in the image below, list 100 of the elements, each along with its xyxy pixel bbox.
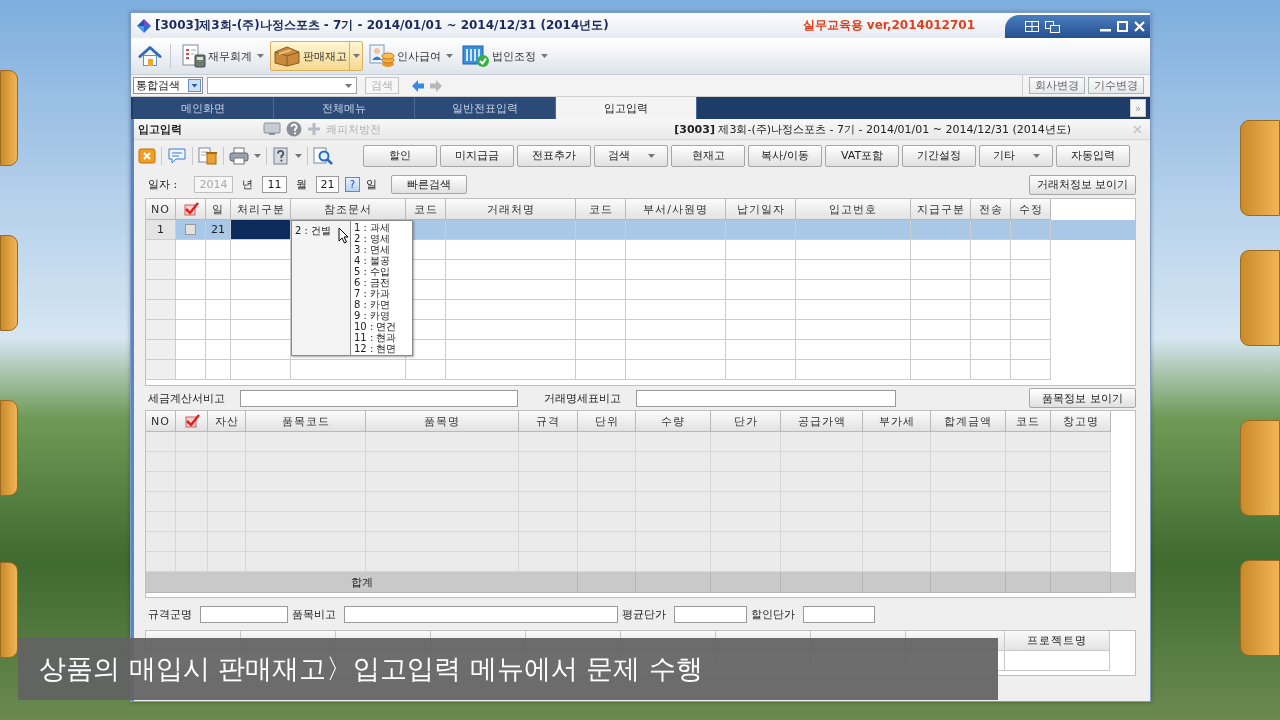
month-field[interactable]: 11 [262,176,287,193]
list-option[interactable]: 11 : 현과 [354,332,397,343]
input-field[interactable] [240,389,518,407]
cascade-windows-icon[interactable] [1045,20,1060,33]
table-cell [146,492,176,512]
toolbar-button[interactable]: 할인 [363,144,437,167]
back-arrow-icon[interactable] [411,78,425,93]
toolbar-button[interactable]: 기수변경 [1088,77,1144,94]
speech-bubble-icon[interactable] [167,146,187,165]
trash-icon[interactable] [198,146,218,165]
list-option[interactable]: 9 : 카영 [354,310,391,321]
grid-icon[interactable] [1025,21,1039,32]
menu-item[interactable]: 인사급여 [366,41,456,71]
table-cell [863,552,931,572]
table-cell [208,552,246,572]
list-option[interactable]: 7 : 카과 [354,288,391,299]
list-option[interactable]: 8 : 카면 [354,299,391,310]
caret-icon[interactable] [345,83,352,88]
table-cell [1006,552,1051,572]
tab[interactable]: 일반전표입력 [415,97,556,119]
dropdown-button[interactable]: 검색 [594,144,668,167]
table-cell [971,260,1011,280]
table-cell [726,340,796,360]
box-icon [273,45,301,67]
table-cell [1051,552,1111,572]
total-label: 합계 [350,574,373,590]
monitor-icon[interactable] [263,122,281,136]
toolbar-button[interactable]: 자동입력 [1056,144,1130,167]
table-cell [576,300,626,320]
menu-item[interactable]: 법인조정 [459,41,551,71]
active-cell[interactable] [231,220,291,240]
scope-dropdown[interactable]: 통합검색 [133,77,203,94]
document-calculator-icon [182,44,206,68]
toggle-button[interactable]: 품목정보 보이기 [1029,388,1136,408]
toolbar-button[interactable]: VAT포함 [825,144,899,167]
list-option[interactable]: 6 : 금전 [354,277,391,288]
dropdown-list[interactable]: 1 : 과세 2 : 영세 3 : 면세 4 : 불공 5 : 수입 6 : 금전 7 : 카과 8 : 카면 9 : 카영 10 : 면건 11 : 현과 12 : 현면 [350,221,412,355]
search-icon[interactable] [313,146,333,165]
table-cell [146,260,176,280]
toolbar-button[interactable]: 복사/이동 [748,144,822,167]
close-icon[interactable] [138,146,156,165]
list-option[interactable]: 4 : 불공 [354,255,391,266]
maximize-icon[interactable] [1117,21,1128,32]
toolbar-button[interactable]: 현재고 [671,144,745,167]
table-cell [206,320,231,340]
dropdown-button[interactable]: 기타 [979,144,1053,167]
caret-icon[interactable] [254,153,261,158]
toggle-button[interactable]: 거래처정보 보이기 [1029,174,1136,195]
help-button[interactable]: ? [345,177,360,192]
toolbar-button[interactable]: 회사변경 [1029,77,1085,94]
table-cell [911,260,971,280]
column-header: 입고번호 [796,199,911,220]
toolbar-button[interactable]: 미지급금 [440,144,514,167]
home-icon[interactable] [138,45,162,67]
tab[interactable]: 메인화면 [133,97,274,119]
table-cell [146,300,176,320]
input-field[interactable] [636,389,896,407]
menu-item[interactable]: 재무회계 [179,41,267,71]
input-field[interactable] [674,605,747,623]
quick-search-button[interactable]: 빠른검색 [391,175,467,194]
day-field[interactable]: 21 [316,176,339,193]
column-header: 일 [206,199,231,220]
table-cell [578,552,636,572]
table-cell [911,340,971,360]
table-cell [1051,572,1111,593]
table-cell [206,240,231,260]
printer-icon[interactable] [229,146,249,165]
plus-icon[interactable] [307,122,321,136]
caret-icon[interactable] [295,153,302,158]
input-field[interactable] [803,605,875,623]
input-field[interactable] [344,605,618,623]
table-cell [971,360,1011,380]
tab[interactable]: 전체메뉴 [274,97,415,119]
checkbox[interactable] [185,224,196,235]
table-cell [146,360,176,380]
list-option[interactable]: 5 : 수입 [354,266,391,277]
list-option[interactable]: 1 : 과세 [354,222,391,233]
list-option[interactable]: 3 : 면세 [354,244,391,255]
menu-item[interactable]: 판매재고 [270,41,363,71]
version-label: 실무교육용 ver,2014012701 [802,17,975,34]
table-cell [971,240,1011,260]
table-cell [971,300,1011,320]
tab[interactable]: 입고입력 [556,97,697,119]
table-cell [971,340,1011,360]
column-header: NO [146,199,176,220]
caret-icon [541,54,548,58]
input-field[interactable] [200,605,288,623]
toolbar-button[interactable]: 전표추가 [517,144,591,167]
dropdown-value[interactable]: 2 : 건별 [295,224,332,238]
list-option[interactable]: 10 : 면건 [354,321,397,332]
toolbar-button[interactable]: 기간설정 [902,144,976,167]
window-title: [3003]제3회-(주)나정스포츠 - 7기 - 2014/01/01 ~ 2014/12/31 (2014년도) [155,17,609,34]
search-field[interactable] [207,77,357,94]
table-cell [576,360,626,380]
field-label: 규격군명 [148,606,193,622]
help-icon[interactable] [286,121,302,137]
table-cell [726,360,796,380]
list-option[interactable]: 12 : 현면 [354,343,397,354]
help-icon[interactable] [272,146,290,165]
field-label: 거래명세표비고 [544,390,622,406]
